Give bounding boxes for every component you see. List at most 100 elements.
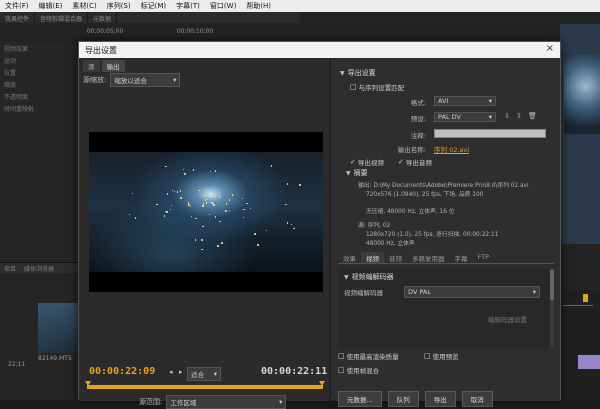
spark-particle <box>214 216 217 218</box>
output-name-link[interactable]: 序列 02.avi <box>434 144 469 154</box>
settings-scrollbar-thumb[interactable] <box>550 270 554 300</box>
timecode-in[interactable]: 00:00:22:09 <box>89 366 155 377</box>
spark-particle <box>254 233 256 235</box>
tab-captions[interactable]: 字幕 <box>450 252 473 263</box>
checkmark-icon: ✓ <box>350 158 356 166</box>
export-audio-checkbox[interactable]: ✓ 导出音频 <box>398 157 432 167</box>
max-render-quality-checkbox[interactable]: □ 使用最高渲染质量 <box>338 351 399 361</box>
spark-particle <box>214 170 217 172</box>
menu-bar: 文件(F) 编辑(E) 素材(C) 序列(S) 标记(M) 字幕(T) 窗口(W… <box>0 0 600 12</box>
export-button[interactable]: 导出 <box>424 391 456 407</box>
source-range-label: 源范围: <box>139 398 163 406</box>
cancel-button[interactable]: 取消 <box>461 391 493 407</box>
tab-video[interactable]: 视频 <box>361 252 384 263</box>
delete-preset-icon[interactable]: 🗑 <box>528 112 537 120</box>
timecode-out[interactable]: 00:00:22:11 <box>261 366 327 377</box>
timeline-clip[interactable] <box>578 355 600 369</box>
spark-particle <box>219 220 221 223</box>
spark-particle <box>243 208 245 211</box>
bg-project-panel: 项目 媒体浏览器 82149.MTS 22;11 <box>0 262 80 400</box>
format-label: 格式: <box>410 99 426 107</box>
format-dropdown[interactable]: AVI ▾ <box>434 96 496 106</box>
spark-particle <box>198 189 200 192</box>
preset-dropdown[interactable]: PAL DV ▾ <box>434 112 496 122</box>
codec-settings-button[interactable]: 编解码器设置 <box>488 314 527 324</box>
tab-audio[interactable]: 音频 <box>384 252 407 263</box>
mark-in-icon[interactable]: ◂ <box>169 368 173 376</box>
menu-clip[interactable]: 素材(C) <box>67 1 101 11</box>
tab-ftp[interactable]: FTP <box>473 252 495 263</box>
metadata-button[interactable]: 元数据... <box>338 391 382 407</box>
bg-row: 时间重映射 <box>4 106 35 113</box>
spark-particle <box>189 205 192 208</box>
tab-multiplexer[interactable]: 多路复用器 <box>407 252 450 263</box>
bg-tab-metadata[interactable]: 元数据 <box>88 12 118 23</box>
comment-label: 注释: <box>410 132 426 140</box>
clip-thumbnail[interactable] <box>38 303 78 353</box>
spark-particle <box>221 242 223 244</box>
match-sequence-checkbox[interactable]: □ 与序列设置匹配 <box>350 82 404 92</box>
use-preview-checkbox[interactable]: □ 使用预览 <box>424 351 459 361</box>
summary-output-detail: 720x576 (1.0940), 25 fps, 下场, 品质 100 <box>366 192 484 198</box>
export-settings-pane: ▼ 导出设置 □ 与序列设置匹配 格式: AVI ▾ 预设: PAL DV ▾ … <box>332 58 560 407</box>
menu-window[interactable]: 窗口(W) <box>205 1 241 11</box>
spark-particle <box>179 190 182 192</box>
spark-particle <box>182 168 185 171</box>
menu-sequence[interactable]: 序列(S) <box>102 1 136 11</box>
source-range-bar[interactable] <box>87 385 323 389</box>
spark-particle <box>165 165 167 168</box>
video-codec-label: 视频编解码器 <box>344 289 383 297</box>
source-scaling-dropdown[interactable]: 缩放以适合 ▾ <box>110 73 181 87</box>
spark-particle <box>246 202 248 205</box>
chevron-down-icon: ▾ <box>488 113 492 121</box>
checkbox-unchecked-icon: □ <box>424 352 431 360</box>
spark-particle <box>211 202 213 204</box>
menu-help[interactable]: 帮助(H) <box>241 1 276 11</box>
bg-timecode-strip: 00;00;05;00 00;00;10;00 <box>60 28 240 38</box>
zoom-fit-dropdown[interactable]: 适合 ▾ <box>187 367 221 381</box>
spark-particle <box>194 239 197 241</box>
video-codec-dropdown[interactable]: DV PAL ▾ <box>404 286 540 298</box>
spark-particle <box>242 216 245 219</box>
close-icon[interactable]: × <box>546 43 554 54</box>
in-point-handle[interactable] <box>85 381 91 386</box>
menu-marker[interactable]: 标记(M) <box>136 1 172 11</box>
video-codec-section[interactable]: ▼ 视频编解码器 <box>344 272 394 282</box>
frame-blend-checkbox[interactable]: □ 使用帧混合 <box>338 365 379 375</box>
bg-program-monitor <box>560 24 600 244</box>
source-range-row: 源范围: 工作区域 ▾ <box>139 395 329 409</box>
tab-source[interactable]: 源 <box>83 60 100 72</box>
queue-button[interactable]: 队列 <box>387 391 419 407</box>
tab-output[interactable]: 输出 <box>101 60 125 72</box>
video-codec-value: DV PAL <box>408 288 431 296</box>
comment-field[interactable] <box>434 129 546 138</box>
spark-particle <box>205 202 208 204</box>
save-preset-icon[interactable]: ⇩ <box>504 112 510 120</box>
import-preset-icon[interactable]: ⇧ <box>516 112 522 120</box>
bg-tab-project[interactable]: 项目 <box>0 263 20 273</box>
timeline-work-area-line <box>563 305 593 306</box>
timeline-playhead-marker[interactable] <box>583 294 588 302</box>
out-point-handle[interactable] <box>319 381 325 386</box>
menu-file[interactable]: 文件(F) <box>0 1 34 11</box>
source-range-dropdown[interactable]: 工作区域 ▾ <box>166 395 287 409</box>
spark-particle <box>228 199 231 201</box>
bg-tab-effect-controls[interactable]: 效果控件 <box>0 12 36 23</box>
checkbox-unchecked-icon: □ <box>338 366 345 374</box>
spark-particle <box>209 170 212 173</box>
export-settings-section[interactable]: ▼ 导出设置 <box>340 68 376 78</box>
spark-particle <box>134 217 137 219</box>
mark-out-icon[interactable]: ▸ <box>179 368 183 376</box>
bg-tab-media-browser[interactable]: 媒体浏览器 <box>20 263 58 273</box>
source-preview-pane: 源 输出 源缩放: 缩放以适合 ▾ 00:00:22:09 ◂ ▸ 适合 ▾ 0… <box>79 58 331 409</box>
spark-particle <box>203 195 206 197</box>
menu-edit[interactable]: 编辑(E) <box>34 1 68 11</box>
export-video-checkbox[interactable]: ✓ 导出视频 <box>350 157 384 167</box>
menu-title[interactable]: 字幕(T) <box>171 1 205 11</box>
checkbox-unchecked-icon: □ <box>350 83 357 91</box>
tab-effects[interactable]: 效果 <box>338 252 361 263</box>
summary-source: 源: 序列, 02 <box>358 223 391 229</box>
bg-tab-audio-mixer[interactable]: 音频剪辑混合器 <box>35 12 89 23</box>
summary-toggle[interactable]: ▼ 摘要 <box>346 168 368 178</box>
format-value: AVI <box>438 97 449 105</box>
